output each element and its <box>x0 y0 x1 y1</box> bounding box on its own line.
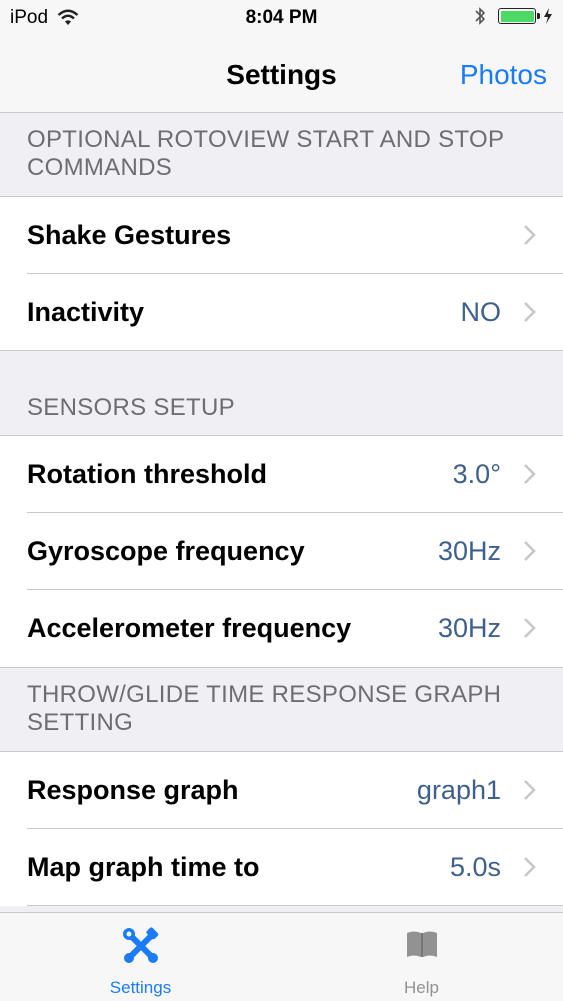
cell-map-graph-time[interactable]: Map graph time to 5.0s <box>0 829 563 906</box>
cell-value: 30Hz <box>437 613 501 643</box>
cell-label: Rotation threshold <box>27 459 267 489</box>
cell-inactivity[interactable]: Inactivity NO <box>0 274 563 351</box>
status-bar: iPod 8:04 PM <box>0 0 563 38</box>
chevron-right-icon <box>524 302 536 322</box>
bluetooth-icon <box>475 7 486 25</box>
section-header-line: SENSORS SETUP <box>27 394 235 421</box>
divider <box>0 667 563 668</box>
tab-label: Help <box>404 978 439 997</box>
divider <box>0 350 563 351</box>
cell-rotation-threshold[interactable]: Rotation threshold 3.0° <box>0 436 563 513</box>
charging-bolt-icon <box>544 8 552 24</box>
cell-accelerometer-frequency[interactable]: Accelerometer frequency 30Hz <box>0 590 563 667</box>
section-header-sensors: SENSORS SETUP <box>0 394 563 422</box>
cell-value: NO <box>460 297 502 327</box>
battery-icon <box>498 8 540 24</box>
chevron-right-icon <box>524 225 536 245</box>
chevron-right-icon <box>524 857 536 877</box>
cell-label: Shake Gestures <box>27 220 232 250</box>
navigation-bar: Settings Photos <box>0 38 563 113</box>
cell-label: Response graph <box>27 775 239 805</box>
cell-response-graph[interactable]: Response graph graph1 <box>0 752 563 829</box>
chevron-right-icon <box>524 618 536 638</box>
section-header-response-graph: THROW/GLIDE TIME RESPONSE GRAPH SETTING <box>0 681 563 737</box>
book-icon <box>406 931 437 957</box>
section-header-line: COMMANDS <box>27 154 173 181</box>
tools-icon <box>122 927 158 963</box>
cell-label: Map graph time to <box>27 852 260 882</box>
chevron-right-icon <box>524 464 536 484</box>
cell-shake-gestures[interactable]: Shake Gestures <box>0 197 563 274</box>
divider <box>27 905 563 906</box>
tab-settings[interactable]: Settings <box>0 913 281 1001</box>
tab-bar: Settings Help <box>0 912 563 1001</box>
status-right <box>474 6 553 26</box>
chevron-right-icon <box>524 780 536 800</box>
cell-gyroscope-frequency[interactable]: Gyroscope frequency 30Hz <box>0 513 563 590</box>
cell-value: 5.0s <box>449 852 501 882</box>
battery-level <box>500 10 534 22</box>
section-header-line: SETTING <box>27 709 134 736</box>
cell-value: 3.0° <box>452 459 501 489</box>
tab-label: Settings <box>109 978 172 997</box>
chevron-right-icon <box>524 541 536 561</box>
section-header-start-stop: OPTIONAL ROTOVIEW START AND STOP COMMAND… <box>0 126 563 182</box>
cell-value: graph1 <box>416 775 501 805</box>
section-header-line: OPTIONAL ROTOVIEW START AND STOP <box>27 126 505 153</box>
tab-help[interactable]: Help <box>281 913 562 1001</box>
cell-label: Accelerometer frequency <box>27 613 352 643</box>
cell-label: Inactivity <box>27 297 145 327</box>
photos-button[interactable]: Photos <box>460 59 547 91</box>
cell-value: 30Hz <box>437 536 501 566</box>
cell-label: Gyroscope frequency <box>27 536 305 566</box>
section-header-line: THROW/GLIDE TIME RESPONSE GRAPH <box>27 681 502 708</box>
